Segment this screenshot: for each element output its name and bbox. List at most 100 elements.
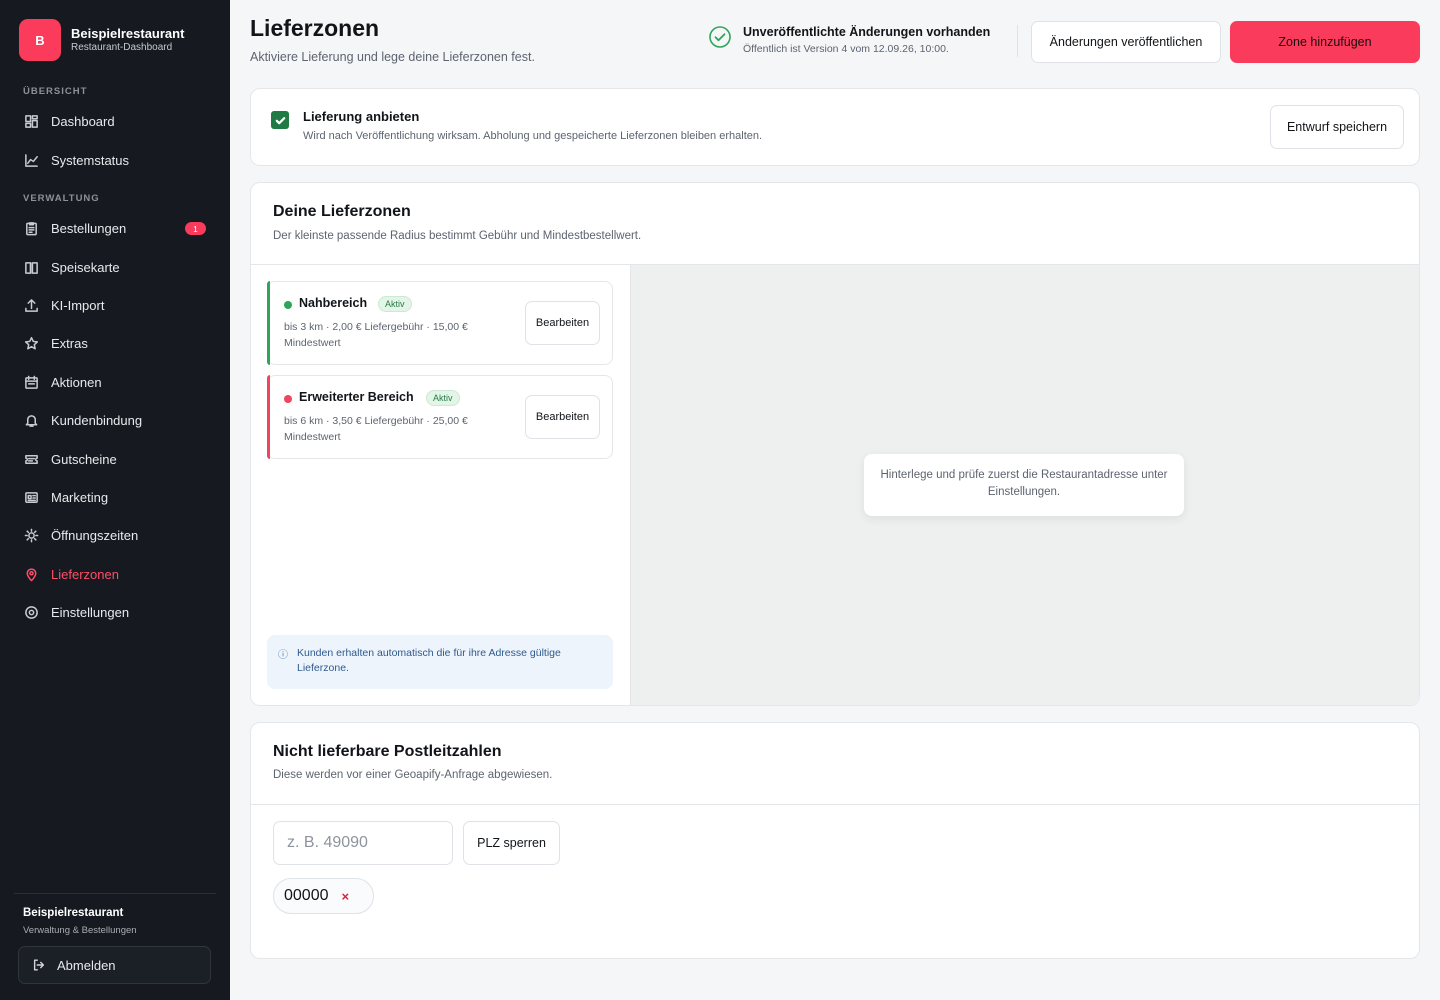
bell-icon	[23, 412, 40, 429]
sidebar-footer-name: Beispielrestaurant	[23, 907, 124, 919]
zone-card-erweiterter-bereich[interactable]: Erweiterter Bereich Aktiv bis 6 km · 3,5…	[267, 375, 613, 459]
sidebar-item-label: Einstellungen	[51, 604, 130, 620]
info-icon: ⓘ	[278, 650, 288, 661]
sidebar-item-dashboard[interactable]: Dashboard	[14, 104, 216, 138]
sidebar-item-extras[interactable]: Extras	[14, 326, 216, 360]
map-pin-icon	[23, 566, 40, 583]
plz-subtitle: Diese werden vor einer Geoapify-Anfrage …	[273, 769, 553, 781]
brand-name: Beispielrestaurant	[71, 26, 185, 41]
page-title: Lieferzonen	[250, 15, 380, 41]
sidebar-item-label: Extras	[51, 335, 88, 351]
sidebar-item-gutscheine[interactable]: Gutscheine	[14, 442, 216, 476]
sidebar: B Beispielrestaurant Restaurant-Dashboar…	[0, 0, 230, 1000]
nav-section-admin: VERWALTUNG	[23, 193, 100, 204]
brand-subtitle: Restaurant-Dashboard	[71, 42, 173, 53]
zone-status-badge: Aktiv	[426, 390, 460, 406]
postcode-input[interactable]	[273, 821, 453, 865]
zone-details: bis 3 km · 2,00 € Liefergebühr · 15,00 €…	[284, 321, 468, 349]
orders-count-badge: 1	[185, 222, 206, 235]
save-draft-button[interactable]: Entwurf speichern	[1270, 105, 1404, 149]
plz-title: Nicht lieferbare Postleitzahlen	[273, 743, 502, 760]
status-subtitle: Öffentlich ist Version 4 vom 12.09.26, 1…	[743, 43, 949, 55]
sidebar-item-systemstatus[interactable]: Systemstatus	[14, 143, 216, 177]
status-title: Unveröffentlichte Änderungen vorhanden	[743, 25, 991, 39]
zone-details: bis 6 km · 3,50 € Liefergebühr · 25,00 €…	[284, 415, 468, 443]
sidebar-item-label: Speisekarte	[51, 259, 120, 275]
zones-title: Deine Lieferzonen	[273, 203, 411, 220]
logout-label: Abmelden	[57, 957, 116, 973]
logout-button[interactable]: Abmelden	[18, 946, 211, 984]
zone-name: Nahbereich	[299, 296, 368, 310]
sidebar-item-label: Gutscheine	[51, 451, 117, 467]
zones-subtitle: Der kleinste passende Radius bestimmt Ge…	[273, 230, 642, 242]
zone-name: Erweiterter Bereich	[299, 390, 414, 404]
newspaper-icon	[23, 489, 40, 506]
publish-changes-button[interactable]: Änderungen veröffentlichen	[1031, 21, 1221, 63]
sidebar-item-marketing[interactable]: Marketing	[14, 480, 216, 514]
blocked-postcodes-card: Nicht lieferbare Postleitzahlen Diese we…	[250, 722, 1420, 959]
sidebar-item-label: Dashboard	[51, 113, 115, 129]
publish-status: Unveröffentlichte Änderungen vorhanden Ö…	[707, 24, 990, 56]
remove-postcode-icon[interactable]: ×	[342, 889, 350, 904]
header-divider	[1017, 25, 1018, 57]
delivery-description: Wird nach Veröffentlichung wirksam. Abho…	[303, 130, 763, 142]
sidebar-item-kundenbindung[interactable]: Kundenbindung	[14, 403, 216, 437]
delivery-checkbox[interactable]	[271, 111, 289, 129]
clipboard-icon	[23, 220, 40, 237]
info-text: Kunden erhalten automatisch die für ihre…	[297, 647, 561, 674]
zone-dot	[284, 301, 292, 309]
star-icon	[23, 335, 40, 352]
dashboard-icon	[23, 113, 40, 130]
sidebar-item-oeffnungszeiten[interactable]: Öffnungszeiten	[14, 518, 216, 552]
check-circle-icon	[707, 24, 733, 56]
sidebar-item-label: Systemstatus	[51, 152, 130, 168]
zone-card-nahbereich[interactable]: Nahbereich Aktiv bis 3 km · 2,00 € Liefe…	[267, 281, 613, 365]
sidebar-item-bestellungen[interactable]: Bestellungen 1	[14, 211, 216, 245]
sun-icon	[23, 527, 40, 544]
brand[interactable]: B Beispielrestaurant Restaurant-Dashboar…	[19, 19, 184, 61]
brand-logo: B	[19, 19, 61, 61]
sidebar-footer-subtitle: Verwaltung & Bestellungen	[23, 925, 137, 936]
sidebar-item-speisekarte[interactable]: Speisekarte	[14, 250, 216, 284]
sidebar-item-label: Aktionen	[51, 374, 102, 390]
edit-zone-button[interactable]: Bearbeiten	[525, 301, 600, 345]
sidebar-item-aktionen[interactable]: Aktionen	[14, 365, 216, 399]
zone-color-bar	[267, 375, 270, 459]
block-postcode-button[interactable]: PLZ sperren	[463, 821, 560, 865]
page-subtitle: Aktiviere Lieferung und lege deine Liefe…	[250, 50, 535, 64]
sidebar-item-label: KI-Import	[51, 297, 105, 313]
zone-color-bar	[267, 281, 270, 365]
zone-list: Nahbereich Aktiv bis 3 km · 2,00 € Liefe…	[251, 265, 630, 705]
zone-dot	[284, 395, 292, 403]
plz-divider	[251, 804, 1419, 805]
sidebar-item-ki-import[interactable]: KI-Import	[14, 288, 216, 322]
nav-section-overview: ÜBERSICHT	[23, 86, 88, 97]
sidebar-item-label: Öffnungszeiten	[51, 527, 139, 543]
sidebar-item-label: Marketing	[51, 489, 109, 505]
delivery-title: Lieferung anbieten	[303, 109, 420, 124]
add-zone-button[interactable]: Zone hinzufügen	[1230, 21, 1420, 63]
checkmark-icon	[275, 116, 285, 124]
chart-icon	[23, 152, 40, 169]
delivery-zones-card: Deine Lieferzonen Der kleinste passende …	[250, 182, 1420, 706]
sidebar-item-label: Bestellungen	[51, 220, 127, 236]
logout-icon	[32, 958, 46, 972]
book-icon	[23, 259, 40, 276]
sidebar-item-label: Lieferzonen	[51, 566, 119, 582]
gear-icon	[23, 604, 40, 621]
map-address-notice: Hinterlege und prüfe zuerst die Restaura…	[864, 454, 1184, 516]
calendar-icon	[23, 374, 40, 391]
sidebar-item-einstellungen[interactable]: Einstellungen	[14, 595, 216, 629]
ticket-icon	[23, 451, 40, 468]
blocked-postcode-value: 00000	[284, 887, 329, 904]
upload-icon	[23, 297, 40, 314]
edit-zone-button[interactable]: Bearbeiten	[525, 395, 600, 439]
blocked-postcode-chip: 00000 ×	[273, 878, 374, 914]
zone-map[interactable]: Hinterlege und prüfe zuerst die Restaura…	[630, 265, 1419, 705]
zone-status-badge: Aktiv	[378, 296, 412, 312]
sidebar-divider	[14, 893, 216, 894]
sidebar-item-lieferzonen[interactable]: Lieferzonen	[14, 557, 216, 591]
zones-info-box: ⓘ Kunden erhalten automatisch die für ih…	[267, 635, 613, 689]
delivery-toggle-card: Lieferung anbieten Wird nach Veröffentli…	[250, 88, 1420, 166]
sidebar-item-label: Kundenbindung	[51, 412, 143, 428]
